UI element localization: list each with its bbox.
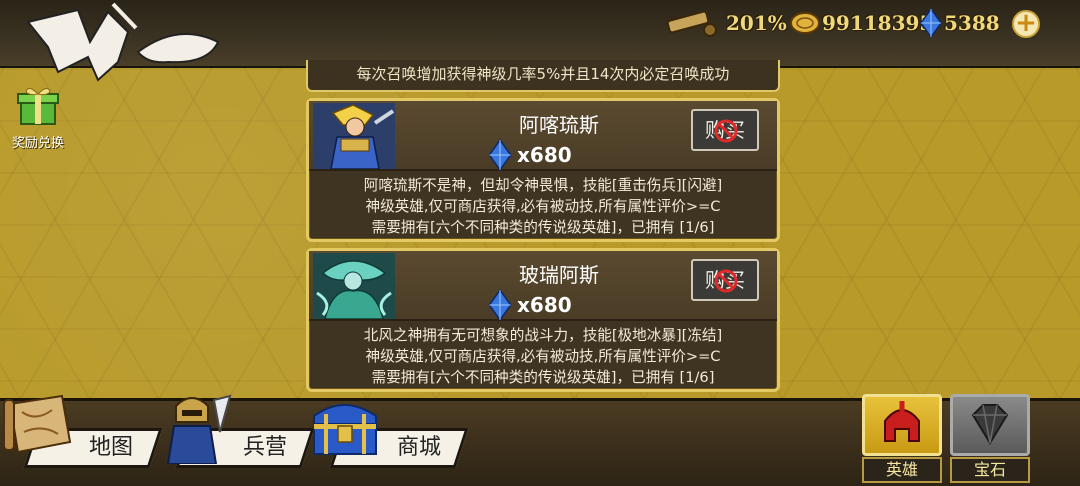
- shop-item: 玻瑞阿斯 x680 购买 北风之神拥有无可想象的战斗力，技能[极地冰暴][冻结]…: [306, 248, 780, 392]
- map-scroll-icon[interactable]: [2, 392, 76, 458]
- item-description: 每次召唤增加获得神级几率5%并且14次内必定召唤成功: [356, 65, 730, 83]
- gem-button[interactable]: 宝石: [950, 394, 1030, 484]
- hero-portrait-achilles: [313, 103, 395, 169]
- item-description-line: 需要拥有[六个不同种类的传说级英雄]，已拥有 [1/6]: [371, 369, 715, 386]
- hero-button-label: 英雄: [862, 457, 942, 483]
- shop-list[interactable]: 每次召唤增加获得神级几率5%并且14次内必定召唤成功 阿喀琉斯 x680 阿喀琉…: [306, 60, 780, 398]
- item-description-line: 神级英雄,仅可商店获得,必有被动技,所有属性评价>=C: [365, 198, 721, 215]
- item-price: x680: [487, 289, 572, 321]
- game-logo: [26, 2, 220, 82]
- helmet-icon: [884, 401, 920, 442]
- hero-portrait-boreas: [313, 253, 395, 319]
- item-price-value: x680: [517, 143, 572, 167]
- prohibited-icon: [714, 119, 738, 143]
- item-description: 北风之神拥有无可想象的战斗力，技能[极地冰暴][冻结] 神级英雄,仅可商店获得,…: [315, 325, 771, 388]
- hero-button[interactable]: 英雄: [862, 394, 942, 484]
- blue-gem-icon: [488, 289, 512, 321]
- spyglass-value: 201%: [726, 11, 787, 35]
- buy-button[interactable]: 购买: [691, 109, 759, 151]
- buy-button[interactable]: 购买: [691, 259, 759, 301]
- prohibited-icon: [714, 269, 738, 293]
- blue-gem-icon: [488, 139, 512, 171]
- item-description-line: 需要拥有[六个不同种类的传说级英雄]，已拥有 [1/6]: [371, 219, 715, 236]
- reward-exchange-label: 奖励兑换: [11, 136, 64, 151]
- gold-coin-icon: [790, 12, 820, 34]
- blue-gem-icon: [920, 8, 942, 38]
- spyglass-resource: 201%: [664, 8, 787, 38]
- item-price-value: x680: [517, 293, 572, 317]
- item-description-line: 神级英雄,仅可商店获得,必有被动技,所有属性评价>=C: [365, 348, 721, 365]
- gem-resource: 5388: [920, 8, 1000, 38]
- treasure-chest-icon[interactable]: [306, 390, 384, 460]
- list-item-partial: 每次召唤增加获得神级几率5%并且14次内必定召唤成功: [306, 60, 780, 92]
- reward-exchange-button[interactable]: 奖励兑换: [6, 84, 70, 151]
- diamond-icon: [971, 404, 1009, 445]
- item-description-line: 北风之神拥有无可想象的战斗力，技能[极地冰暴][冻结]: [363, 327, 723, 344]
- item-name: 阿喀琉斯: [519, 113, 599, 137]
- shop-item-header: 阿喀琉斯 x680 购买: [309, 101, 777, 171]
- item-name: 玻瑞阿斯: [519, 263, 599, 287]
- gift-box-icon: [17, 88, 59, 125]
- gem-button-frame: [950, 394, 1030, 456]
- item-price: x680: [487, 139, 572, 171]
- gem-value: 5388: [944, 11, 1000, 35]
- spyglass-icon: [666, 10, 717, 37]
- shop-item: 阿喀琉斯 x680 购买 阿喀琉斯不是神，但却令神畏惧，技能[重击伤兵][闪避]…: [306, 98, 780, 242]
- add-currency-button[interactable]: +: [1012, 10, 1040, 38]
- shop-item-header: 玻瑞阿斯 x680 购买: [309, 251, 777, 321]
- gold-value: 99118395: [822, 11, 934, 35]
- item-description-line: 阿喀琉斯不是神，但却令神畏惧，技能[重击伤兵][闪避]: [363, 177, 723, 194]
- knight-icon[interactable]: [158, 392, 236, 464]
- gold-resource: 99118395: [790, 8, 933, 38]
- gem-button-label: 宝石: [950, 457, 1030, 483]
- hero-button-frame: [862, 394, 942, 456]
- item-description: 阿喀琉斯不是神，但却令神畏惧，技能[重击伤兵][闪避] 神级英雄,仅可商店获得,…: [315, 175, 771, 238]
